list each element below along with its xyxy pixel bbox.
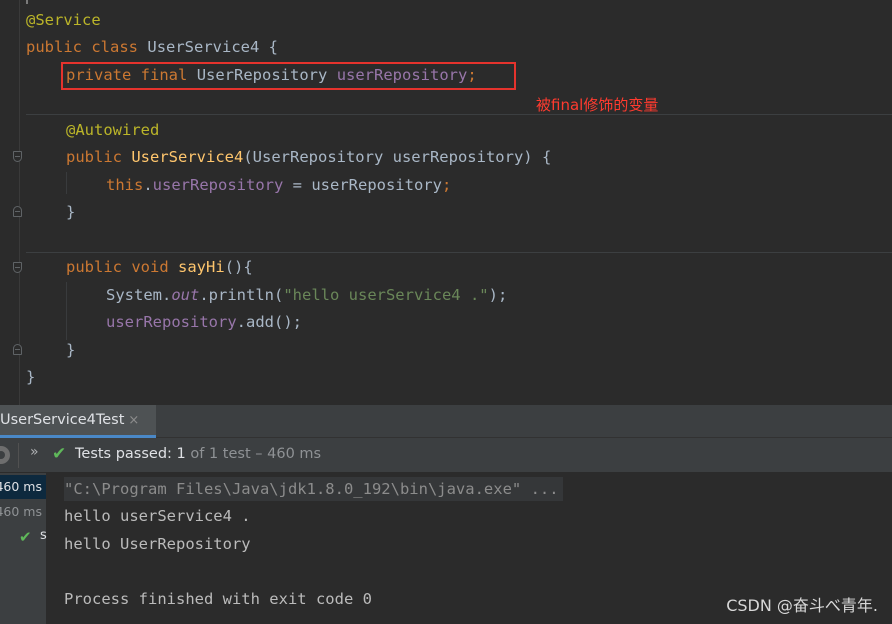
tab-userservice4test[interactable]: UserService4Test ×	[0, 405, 156, 438]
status-prefix: Tests passed:	[75, 446, 177, 462]
test-tree: 460 ms 460 ms	[0, 473, 47, 624]
token: this	[106, 176, 144, 194]
annotation-note: 被final修饰的变量	[536, 96, 659, 114]
code-line-6: public UserService4(UserRepository userR…	[66, 145, 551, 169]
console-line: hello userService4 .	[64, 507, 251, 525]
token: .println(	[199, 286, 284, 304]
token: System.	[106, 286, 172, 304]
method-separator	[26, 114, 892, 115]
token: userRepository	[152, 176, 284, 194]
token: );	[488, 286, 508, 304]
method-separator	[26, 252, 892, 253]
check-icon: ✔	[52, 444, 67, 464]
code-line-13: }	[66, 338, 75, 362]
token: UserService4	[131, 148, 244, 166]
check-icon: ✔	[19, 528, 32, 546]
fold-open-icon[interactable]	[13, 262, 22, 273]
code-line-7: this.userRepository = userRepository;	[106, 173, 451, 197]
code-line-11: System.out.println("hello userService4 .…	[106, 283, 507, 307]
token: .add();	[236, 313, 302, 331]
tab-label: UserService4Test	[0, 412, 125, 428]
code-line-2: public class UserService4 {	[26, 35, 278, 59]
status-suffix: of 1 test – 460 ms	[185, 446, 322, 462]
token: }	[66, 341, 76, 359]
chevron-right-icon[interactable]: »	[30, 444, 39, 460]
tree-time: 460 ms	[0, 504, 42, 519]
code-editor[interactable]: @Service public class UserService4 { pri…	[0, 0, 892, 405]
console-line: hello UserRepository	[64, 535, 251, 553]
highlight-box	[61, 62, 516, 90]
code-line-10: public void sayHi(){	[66, 255, 253, 279]
token: out	[171, 286, 200, 304]
code-line-1: @Service	[26, 8, 101, 32]
test-status: Tests passed: 1 of 1 test – 460 ms	[75, 446, 321, 462]
indent-guide	[66, 172, 67, 194]
toolbar-divider	[18, 443, 19, 468]
token: (UserRepository userRepository) {	[243, 148, 552, 166]
token: public	[66, 148, 122, 166]
status-count: 1	[176, 446, 186, 462]
fold-open-icon[interactable]	[13, 151, 22, 162]
code-line-14: }	[26, 365, 35, 389]
fold-close-icon[interactable]	[13, 344, 22, 355]
watermark: CSDN @奋斗べ青年.	[726, 596, 878, 615]
token: .	[143, 176, 153, 194]
token: (){	[224, 258, 253, 276]
tree-row[interactable]: 460 ms	[0, 475, 46, 499]
stop-icon[interactable]	[0, 446, 10, 464]
tree-time: 460 ms	[0, 479, 42, 494]
tree-row[interactable]: 460 ms	[0, 500, 46, 524]
indent-guide	[66, 282, 67, 340]
token: @Service	[26, 11, 101, 29]
code-line-5: @Autowired	[66, 118, 159, 142]
token: }	[66, 203, 76, 221]
token: @Autowired	[66, 121, 160, 139]
token: class	[91, 38, 139, 56]
token: ;	[441, 176, 452, 194]
code-line-12: userRepository.add();	[106, 310, 302, 334]
fold-close-icon[interactable]	[13, 206, 22, 217]
caret-stub	[26, 0, 28, 4]
token: public	[66, 258, 122, 276]
token: UserService4 {	[147, 38, 279, 56]
run-tab-bar: UserService4Test ×	[0, 405, 892, 438]
console-line: Process finished with exit code 0	[64, 590, 372, 608]
console-line: "C:\Program Files\Java\jdk1.8.0_192\bin\…	[64, 477, 563, 501]
token: public	[26, 38, 82, 56]
token: "hello userService4 ."	[283, 286, 489, 304]
close-icon[interactable]: ×	[128, 413, 139, 428]
token: sayHi	[178, 258, 225, 276]
tree-leaf-label[interactable]: s	[40, 528, 47, 543]
token: void	[131, 258, 169, 276]
code-line-8: }	[66, 200, 75, 224]
token: }	[26, 368, 36, 386]
run-toolbar: » ✔ Tests passed: 1 of 1 test – 460 ms	[0, 438, 892, 473]
token: = userRepository	[283, 176, 442, 194]
token: userRepository	[106, 313, 237, 331]
